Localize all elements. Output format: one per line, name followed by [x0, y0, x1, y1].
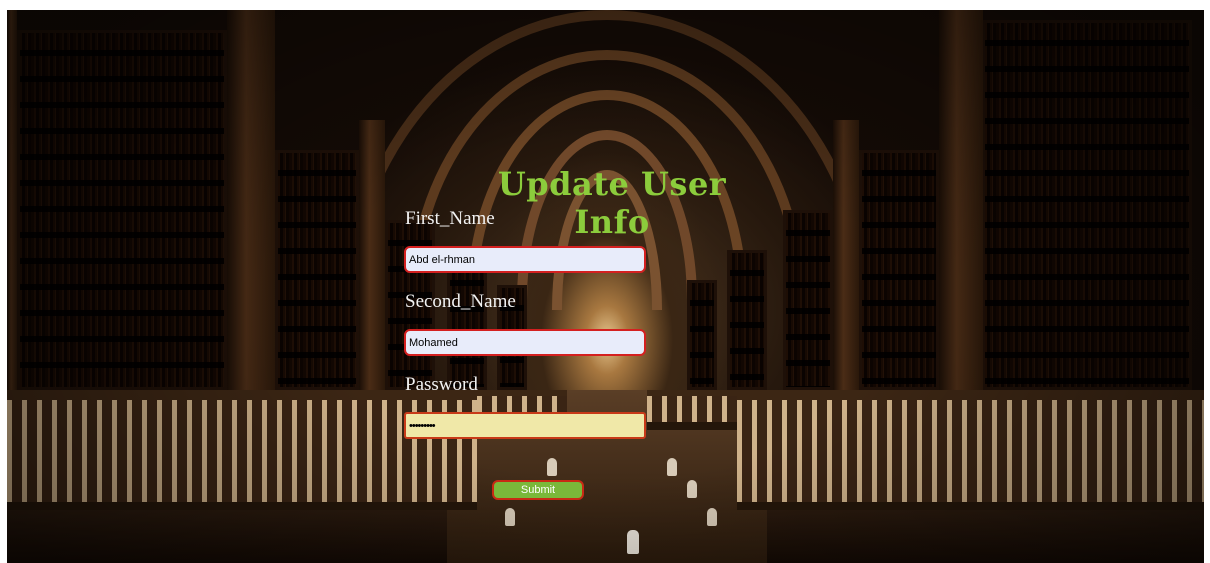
password-input[interactable] — [404, 412, 646, 439]
second-name-label: Second_Name — [405, 291, 516, 312]
page-title: Update User Info — [497, 165, 727, 241]
update-user-form: Update User Info First_Name Second_Name … — [7, 10, 1204, 563]
second-name-input[interactable] — [404, 329, 646, 356]
first-name-label: First_Name — [405, 208, 495, 229]
submit-button[interactable]: Submit — [492, 480, 584, 500]
page-frame: Update User Info First_Name Second_Name … — [7, 10, 1204, 563]
first-name-input[interactable] — [404, 246, 646, 273]
password-label: Password — [405, 374, 478, 395]
